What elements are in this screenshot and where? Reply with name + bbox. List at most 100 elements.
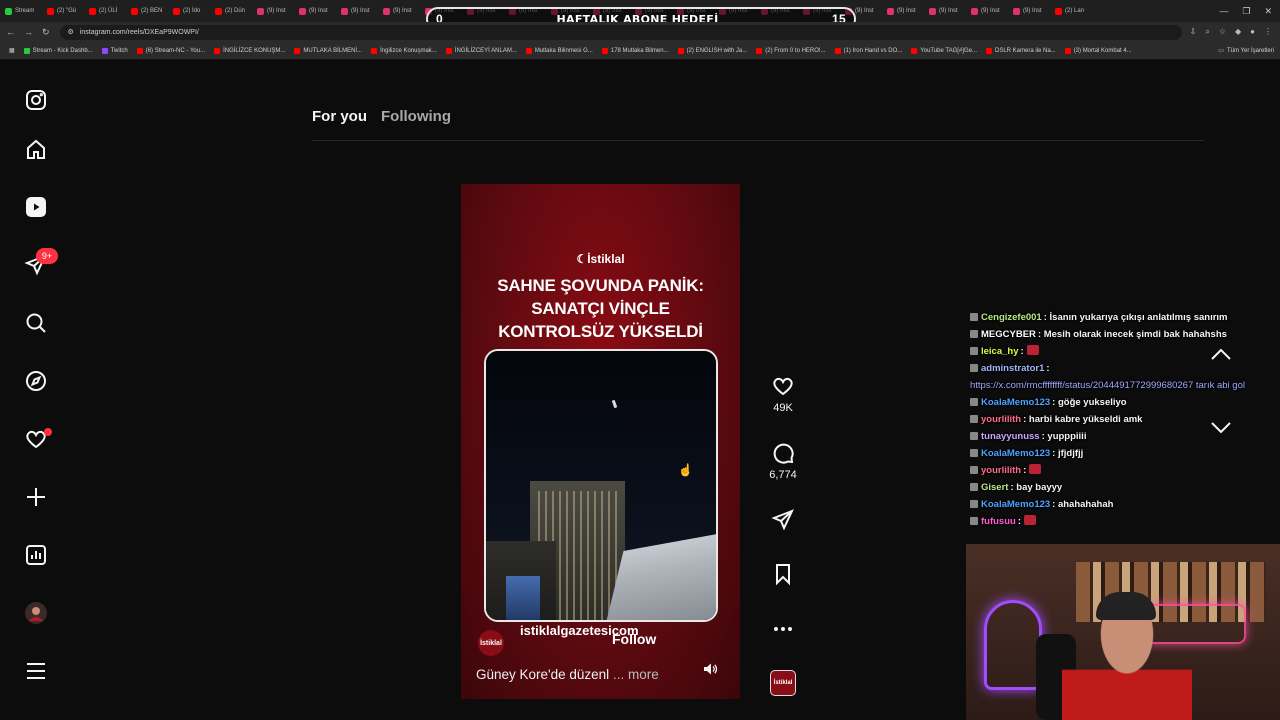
bookmark-favicon-icon	[294, 47, 301, 54]
original-audio-thumbnail[interactable]: İstiklal	[770, 670, 796, 696]
chat-message: Gisert: bay bayyy	[970, 479, 1280, 496]
browser-menu-icon[interactable]: ⋮	[1264, 27, 1272, 37]
bookmark-favicon-icon	[601, 47, 608, 54]
bookmark-item[interactable]: DSLR Kamera ile Na...	[985, 47, 1056, 54]
all-bookmarks[interactable]: ▭ Tüm Yer İşaretleri	[1218, 47, 1280, 55]
chat-badge-icon	[970, 432, 978, 440]
browser-tab[interactable]: (2) Lan	[1050, 0, 1092, 22]
chat-text: :	[1023, 465, 1027, 476]
follow-button[interactable]: Follow	[612, 631, 656, 647]
bookmark-item[interactable]: 178 Mutlaka Bilmen...	[601, 47, 669, 54]
browser-tab[interactable]: (9) Inst	[966, 0, 1008, 22]
chat-emote-icon	[1029, 464, 1042, 474]
tab-favicon-icon	[173, 7, 180, 15]
tab-for-you[interactable]: For you	[312, 108, 367, 125]
chat-message: fufusuu:	[970, 513, 1280, 530]
browser-tab[interactable]: Stream	[0, 0, 42, 22]
sound-icon[interactable]	[702, 661, 718, 677]
chat-text: : yupppiiii	[1041, 431, 1087, 442]
bookmark-item[interactable]: Stream - Kick Dashb...	[23, 47, 93, 54]
caption-more-link[interactable]: ... more	[613, 667, 659, 682]
back-icon[interactable]: ←	[6, 27, 15, 38]
home-icon[interactable]	[24, 138, 48, 162]
chat-username: KoalaMemo123	[981, 397, 1051, 408]
browser-tab[interactable]: (2) Dün	[210, 0, 252, 22]
browser-tab[interactable]: (9) Inst	[882, 0, 924, 22]
profile-icon[interactable]: ●	[1250, 27, 1255, 37]
bookmark-favicon-icon	[525, 47, 532, 54]
address-bar-row: ← → ↻ ⚙ instagram.com/reels/DXEaP9WOWPI/…	[0, 22, 1280, 42]
browser-tab[interactable]: (9) Inst	[336, 0, 378, 22]
chat-message: KoalaMemo123: jfjdjfjj	[970, 445, 1280, 462]
browser-tab[interactable]: (9) Inst	[1008, 0, 1050, 22]
comment-button[interactable]: 6,774	[763, 441, 803, 481]
bookmark-favicon-icon	[23, 47, 30, 54]
bookmark-icon	[776, 564, 790, 586]
browser-tab[interactable]: (2) BEN	[126, 0, 168, 22]
heart-icon	[773, 377, 793, 396]
site-info-icon[interactable]: ⚙	[68, 28, 74, 36]
restore-icon[interactable]: ❐	[1242, 6, 1250, 17]
browser-tab[interactable]: (9) Inst	[378, 0, 420, 22]
browser-tab[interactable]: (2) "Gü	[42, 0, 84, 22]
bookmark-item[interactable]: (1) Iron Hand vs DO...	[834, 47, 902, 54]
bookmarks-bar: ▦ Stream - Kick Dashb... Twitch (6) Stream…	[0, 42, 1280, 60]
share-button[interactable]	[763, 508, 803, 532]
install-icon[interactable]: ⇩	[1190, 27, 1197, 37]
url-field[interactable]: ⚙ instagram.com/reels/DXEaP9WOWPI/	[59, 24, 1182, 40]
like-button[interactable]: 49K	[763, 374, 803, 414]
tab-favicon-icon	[89, 7, 96, 15]
bookmark-item[interactable]: İNGİLİZCE KONUŞM...	[214, 47, 285, 54]
bookmark-item[interactable]: YouTube TAG[#]Ge...	[911, 47, 977, 54]
dashboard-icon[interactable]	[24, 543, 48, 567]
reload-icon[interactable]: ↻	[42, 27, 50, 38]
more-options-button[interactable]	[763, 617, 803, 641]
explore-icon[interactable]	[24, 369, 48, 393]
chat-username: yourlilith	[981, 414, 1022, 425]
more-menu-icon[interactable]	[24, 659, 48, 683]
author-avatar[interactable]: İstiklal	[478, 630, 504, 656]
bookmark-item[interactable]: (3) Mortal Kombat 4...	[1064, 47, 1132, 54]
bookmark-item[interactable]: İngilizce Konuşmak...	[371, 47, 437, 54]
close-window-icon[interactable]: ✕	[1264, 6, 1272, 17]
feed-tabs: For you Following	[312, 108, 451, 125]
search-icon[interactable]	[24, 311, 48, 335]
profile-avatar[interactable]	[24, 601, 48, 625]
save-button[interactable]	[763, 562, 803, 586]
reel-video-player[interactable]: ☾İstiklal SAHNE ŞOVUNDA PANİK: SANATÇI V…	[461, 184, 740, 699]
instagram-logo-icon[interactable]	[24, 88, 48, 112]
forward-icon[interactable]: →	[24, 27, 33, 38]
tab-following[interactable]: Following	[381, 108, 451, 125]
all-bookmarks-label: Tüm Yer İşaretleri	[1226, 47, 1274, 54]
bookmark-star-icon[interactable]: ☆	[1219, 27, 1226, 37]
bookmark-item[interactable]: Twitch	[101, 47, 128, 54]
bookmark-label: MUTLAKA BİLMENİ...	[303, 47, 363, 54]
bookmark-item[interactable]: (2) ENGLISH with Ja...	[677, 47, 747, 54]
browser-tab[interactable]: (9) Inst	[924, 0, 966, 22]
browser-tab[interactable]: (9) Inst	[252, 0, 294, 22]
tab-title: (9) Inst	[351, 8, 370, 14]
browser-tab[interactable]: (2) ÜLİ	[84, 0, 126, 22]
reels-icon[interactable]	[24, 195, 48, 219]
zoom-icon[interactable]: ⌕	[1205, 27, 1209, 37]
chat-text: : göğe yukseliyo	[1052, 397, 1127, 408]
bookmark-item[interactable]: MUTLAKA BİLMENİ...	[294, 47, 363, 54]
bookmark-item[interactable]: (6) Stream-NC - You...	[136, 47, 205, 54]
bookmark-favicon-icon	[834, 47, 841, 54]
bookmark-item[interactable]: Mutlaka Bilinmesi G...	[525, 47, 593, 54]
create-icon[interactable]	[24, 485, 48, 509]
share-icon	[771, 509, 794, 531]
minimize-icon[interactable]: —	[1219, 6, 1228, 16]
chat-username: adminstrator1	[981, 363, 1045, 374]
bookmark-item[interactable]: İNGİLİZCEYİ ANLAM...	[445, 47, 517, 54]
bookmark-favicon-icon	[911, 47, 918, 54]
instagram-sidebar: 9+	[0, 62, 72, 720]
browser-tab[interactable]: (9) Inst	[294, 0, 336, 22]
chat-emote-icon	[1026, 345, 1039, 355]
browser-tab[interactable]: (2) İdo	[168, 0, 210, 22]
bookmark-item[interactable]: (2) From 0 to HERO!...	[756, 47, 826, 54]
tab-title: (9) Inst	[897, 8, 916, 14]
author-username[interactable]: istiklalgazetesicom	[520, 622, 639, 640]
extension-icon[interactable]: ◆	[1235, 27, 1241, 37]
ellipsis-icon	[774, 627, 792, 631]
